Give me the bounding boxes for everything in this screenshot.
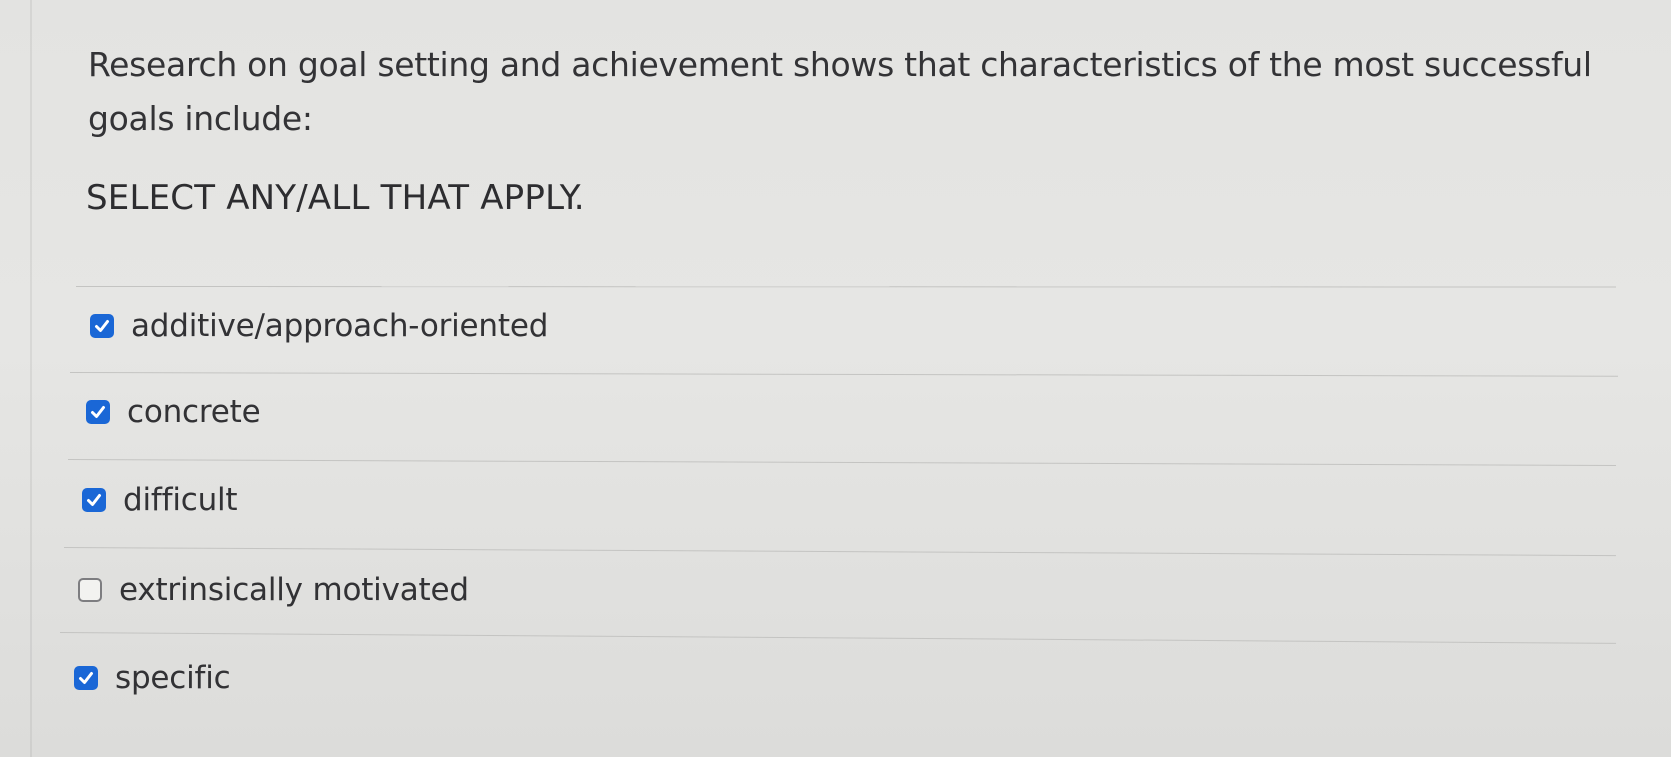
option-divider: [69, 372, 1618, 377]
option-divider: [67, 459, 1616, 466]
checkbox-checked[interactable]: [74, 666, 98, 690]
option-divider: [59, 632, 1616, 644]
question-text: Research on goal setting and achievement…: [88, 45, 1592, 138]
option-label: concrete: [127, 394, 261, 430]
checkbox-checked[interactable]: [82, 488, 106, 512]
option-label: extrinsically motivated: [119, 572, 469, 608]
checkmark-icon: [87, 494, 101, 506]
checkbox-checked[interactable]: [86, 400, 110, 424]
option-label: additive/approach-oriented: [131, 308, 549, 344]
quiz-question-page: Research on goal setting and achievement…: [0, 0, 1671, 757]
option-additive-approach-oriented[interactable]: additive/approach-oriented: [90, 304, 548, 348]
checkmark-icon: [79, 672, 93, 684]
option-divider: [63, 547, 1616, 557]
option-specific[interactable]: specific: [74, 656, 231, 700]
option-difficult[interactable]: difficult: [82, 478, 238, 522]
checkbox-unchecked[interactable]: [78, 578, 102, 602]
instruction-text: SELECT ANY/ALL THAT APPLY.: [86, 178, 585, 218]
page-edge: [30, 0, 32, 757]
option-label: difficult: [123, 482, 238, 518]
option-extrinsically-motivated[interactable]: extrinsically motivated: [78, 568, 469, 612]
checkmark-icon: [91, 406, 105, 418]
option-label: specific: [115, 660, 231, 696]
option-divider: [75, 286, 1617, 288]
checkmark-icon: [95, 320, 109, 332]
checkbox-checked[interactable]: [90, 314, 114, 338]
option-concrete[interactable]: concrete: [86, 390, 261, 434]
